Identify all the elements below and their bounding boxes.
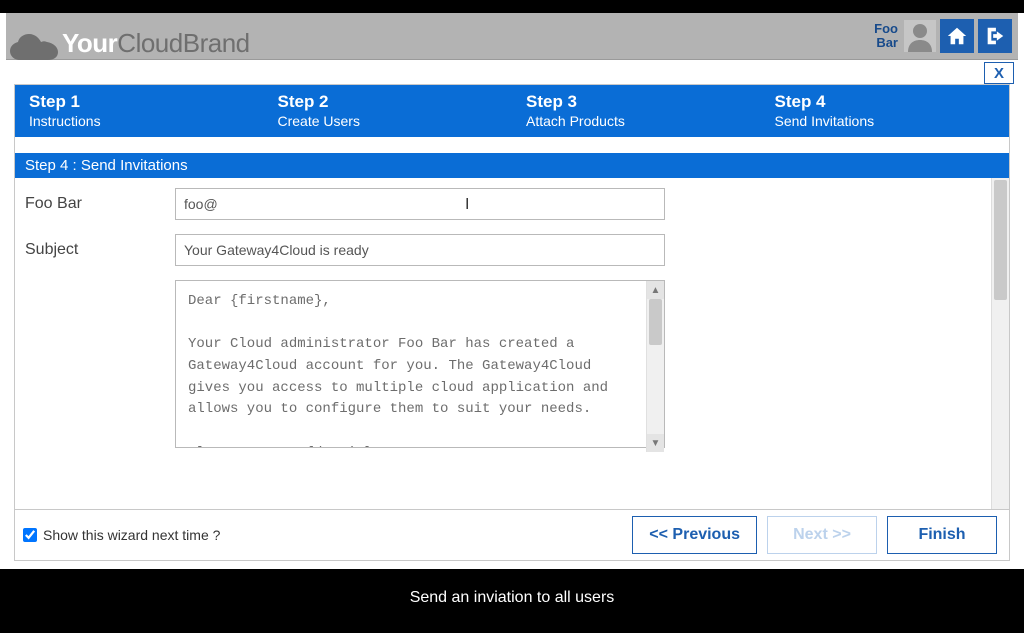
step-title: Step 2	[278, 92, 499, 112]
panel-scrollbar[interactable]	[991, 178, 1009, 509]
step-subtitle: Attach Products	[526, 113, 747, 129]
show-wizard-checkbox-label: Show this wizard next time ?	[43, 527, 220, 543]
app-header: YourCloudBrand Foo Bar	[6, 13, 1018, 60]
home-button[interactable]	[940, 19, 974, 53]
next-button: Next >>	[767, 516, 877, 554]
message-textarea[interactable]	[175, 280, 665, 448]
modal-close-row: X	[6, 60, 1018, 84]
section-title: Step 4 : Send Invitations	[15, 153, 1009, 178]
wizard-footer: Show this wizard next time ? << Previous…	[15, 509, 1009, 560]
wizard-step-1[interactable]: Step 1 Instructions	[15, 85, 264, 137]
step-title: Step 3	[526, 92, 747, 112]
wizard-steps-bar: Step 1 Instructions Step 2 Create Users …	[15, 85, 1009, 137]
scroll-down-icon[interactable]: ▼	[647, 434, 664, 452]
cloud-icon	[10, 34, 58, 60]
step-title: Step 1	[29, 92, 250, 112]
subject-label: Subject	[25, 241, 175, 259]
brand-logo: YourCloudBrand	[6, 13, 250, 60]
wizard-container: Step 1 Instructions Step 2 Create Users …	[14, 84, 1010, 561]
show-wizard-checkbox[interactable]: Show this wizard next time ?	[23, 527, 220, 543]
home-icon	[946, 25, 968, 47]
wizard-step-2[interactable]: Step 2 Create Users	[264, 85, 513, 137]
video-caption: Send an inviation to all users	[0, 589, 1024, 607]
scroll-thumb[interactable]	[994, 180, 1007, 300]
user-name: Foo Bar	[874, 22, 898, 51]
step-subtitle: Instructions	[29, 113, 250, 129]
wizard-step-4[interactable]: Step 4 Send Invitations	[761, 85, 1010, 137]
logout-icon	[984, 25, 1006, 47]
recipient-input[interactable]	[175, 188, 665, 220]
step-title: Step 4	[775, 92, 996, 112]
message-scrollbar[interactable]: ▲ ▼	[646, 281, 664, 452]
wizard-step-3[interactable]: Step 3 Attach Products	[512, 85, 761, 137]
subject-input[interactable]	[175, 234, 665, 266]
previous-button[interactable]: << Previous	[632, 516, 757, 554]
avatar-icon	[904, 20, 936, 52]
scroll-up-icon[interactable]: ▲	[647, 281, 664, 299]
close-button[interactable]: X	[984, 62, 1014, 84]
brand-text: YourCloudBrand	[62, 30, 250, 60]
logout-button[interactable]	[978, 19, 1012, 53]
scroll-thumb[interactable]	[649, 299, 662, 345]
step-subtitle: Create Users	[278, 113, 499, 129]
show-wizard-checkbox-input[interactable]	[23, 528, 37, 542]
recipient-label: Foo Bar	[25, 195, 175, 213]
form-body: Foo Bar I Subject	[15, 178, 991, 509]
finish-button[interactable]: Finish	[887, 516, 997, 554]
step-subtitle: Send Invitations	[775, 113, 996, 129]
